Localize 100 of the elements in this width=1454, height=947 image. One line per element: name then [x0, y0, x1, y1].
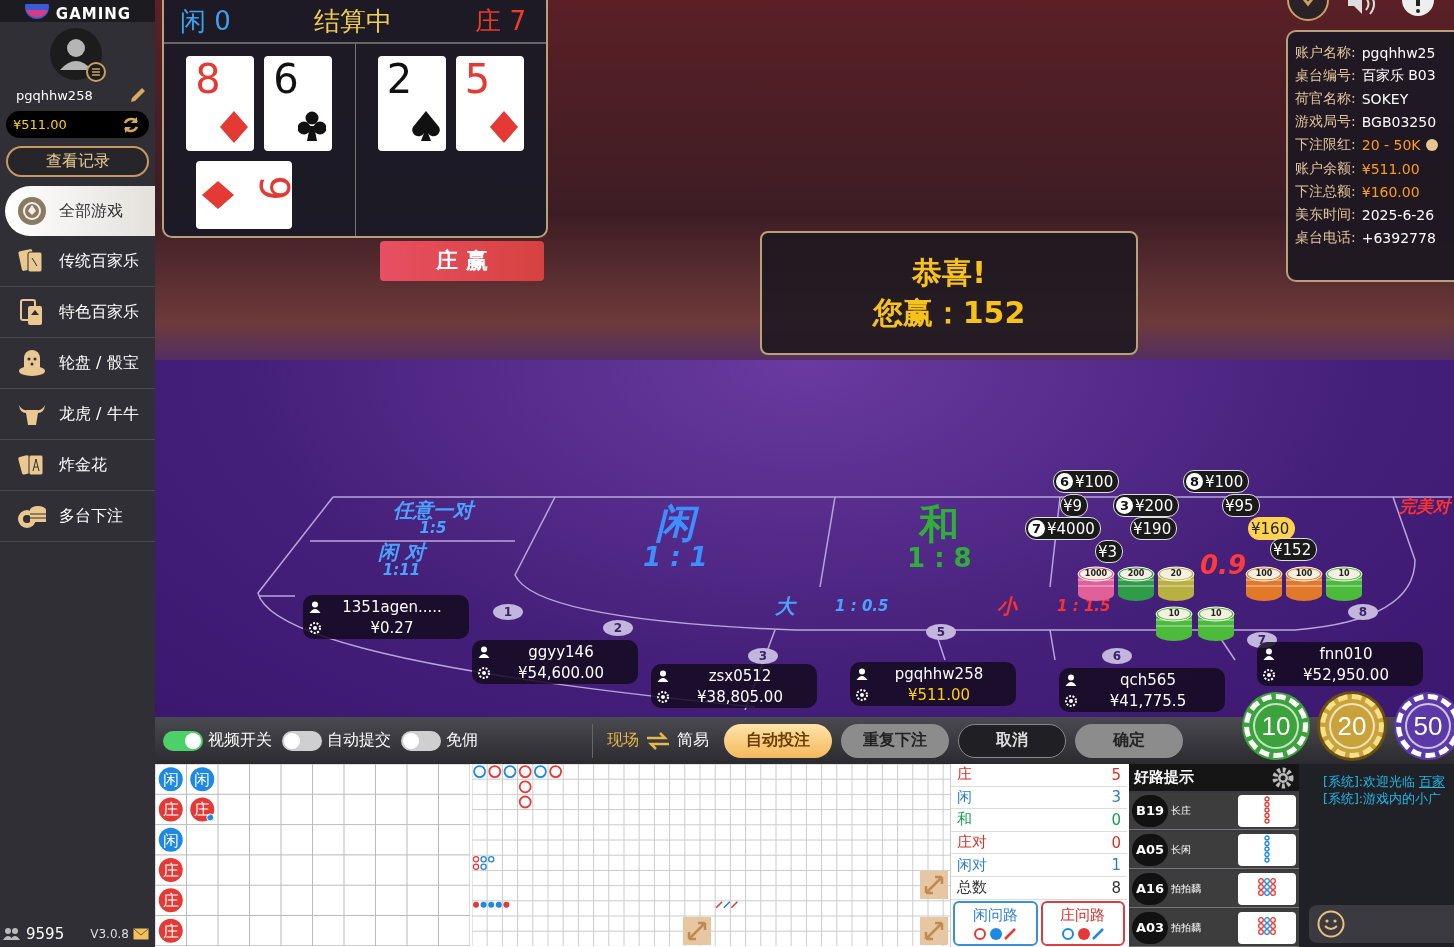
chat-link[interactable]: 百家 — [1418, 774, 1445, 789]
bet-amount: ¥4000 — [1047, 519, 1095, 538]
toggle-switch[interactable] — [282, 730, 322, 751]
info-label: 荷官名称: — [1295, 89, 1356, 108]
menu-item[interactable]: 多台下注 — [0, 491, 155, 542]
view-mode-tab[interactable]: 简易 — [677, 730, 709, 751]
bet-amount: ¥95 — [1225, 496, 1254, 515]
chip-icon — [856, 688, 868, 701]
good-road-item[interactable]: A03 拍拍黐 — [1129, 910, 1299, 947]
bead-road-marker: 闲 — [158, 767, 183, 792]
menu-item[interactable]: 轮盘 / 骰宝 — [0, 338, 155, 389]
road-pattern: 长闲 — [1171, 843, 1192, 857]
road-pattern: 拍拍黐 — [1171, 921, 1202, 935]
bet-chip[interactable]: 50 — [1396, 694, 1454, 758]
info-label: 下注总额: — [1295, 182, 1356, 201]
pencil-icon[interactable] — [129, 86, 147, 104]
bet-zone-label[interactable]: 大 — [775, 596, 795, 617]
good-road-item[interactable]: A05 长闲 — [1129, 832, 1299, 869]
action-button[interactable]: 确定 — [1075, 723, 1183, 758]
stat-value: 1 — [1111, 856, 1121, 875]
user-icon — [478, 645, 490, 658]
chip-value: 100 — [1254, 569, 1274, 579]
player-name: pgqhhw258 — [893, 664, 985, 683]
menu-item[interactable]: 传统百家乐 — [0, 236, 155, 287]
info-value: pgqhhw25 — [1361, 44, 1436, 61]
player-score: 闲 0 — [180, 4, 231, 38]
stat-label: 闲 — [957, 787, 972, 807]
bet-amount: ¥3 — [1098, 542, 1118, 561]
bet-amount: ¥200 — [1135, 496, 1174, 515]
player-name: zsx0512 — [707, 666, 773, 685]
user-icon — [1065, 673, 1077, 686]
action-button[interactable]: 重复下注 — [841, 723, 949, 758]
people-icon — [2, 927, 22, 941]
action-button[interactable]: 取消 — [958, 723, 1066, 758]
settings-icon[interactable] — [1272, 766, 1294, 789]
view-mode-tab[interactable]: 现场 — [607, 730, 639, 751]
chip-value: 10 — [1209, 609, 1223, 619]
playing-card: 2 — [377, 56, 446, 151]
banker-score: 庄 7 — [475, 4, 526, 38]
toggle-switch[interactable] — [401, 730, 441, 751]
player-name: ggyy146 — [527, 642, 595, 661]
bead-road-marker: 庄 — [190, 797, 215, 822]
game-category-icon — [17, 196, 47, 226]
info-value: +6392778 — [1361, 230, 1436, 247]
chip-icon — [1263, 668, 1275, 681]
logo-text: GAMING — [55, 6, 132, 22]
chip-value: 100 — [1294, 569, 1314, 579]
user-icon — [1263, 647, 1275, 660]
bead-road-marker: 庄 — [158, 858, 183, 883]
good-road-item[interactable]: A16 拍拍黐 — [1129, 871, 1299, 908]
info-value: 百家乐 B03 — [1361, 66, 1436, 85]
mail-icon[interactable] — [133, 928, 149, 940]
chip-icon — [657, 690, 669, 703]
congrats-title: 恭喜! — [912, 254, 986, 292]
balance-amount: ¥511.00 — [13, 117, 67, 132]
bet-amount: ¥160 — [1251, 519, 1290, 538]
emoji-icon[interactable] — [1317, 910, 1345, 938]
chip-icon — [309, 621, 321, 634]
stat-label: 和 — [957, 810, 972, 830]
info-label: 桌台编号: — [1295, 66, 1356, 85]
action-button[interactable]: 自动投注 — [724, 723, 832, 758]
chat-input-bar[interactable] — [1309, 905, 1454, 943]
bead-road-marker: 闲 — [190, 767, 215, 792]
player-balance: ¥52,950.00 — [1302, 665, 1390, 684]
table-badge: A05 — [1132, 834, 1168, 866]
player-balance: ¥511.00 — [907, 685, 971, 704]
records-button[interactable]: 查看记录 — [6, 146, 149, 177]
player-balance: ¥41,775.5 — [1108, 691, 1188, 710]
info-value: ¥511.00 — [1361, 160, 1420, 177]
chip-icon — [478, 666, 490, 679]
chat-message: [系统]:欢迎光临 百家 — [1323, 773, 1446, 790]
round-status: 结算中 — [314, 4, 392, 38]
toggle-switch[interactable] — [163, 730, 203, 751]
seat-badge: 3 — [1116, 497, 1133, 514]
menu-item[interactable]: 特色百家乐 — [0, 287, 155, 338]
menu-item[interactable]: 全部游戏 — [5, 186, 155, 236]
info-label: 下注限红: — [1295, 136, 1356, 155]
user-icon — [856, 667, 868, 680]
bet-amount: ¥9 — [1063, 496, 1083, 515]
good-road-item[interactable]: B19 长庄 — [1129, 793, 1299, 830]
chip-value: 1000 — [1083, 569, 1109, 579]
swap-icon[interactable] — [645, 730, 671, 751]
table-badge: A16 — [1132, 873, 1168, 905]
info-label: 账户名称: — [1295, 43, 1356, 62]
ask-road-button[interactable]: 庄问路 — [1040, 900, 1125, 946]
odds-text: 1:5 — [419, 521, 447, 537]
odds-text: 1 : 1 — [643, 544, 708, 572]
bet-amount: ¥190 — [1133, 519, 1172, 538]
stat-value: 5 — [1111, 765, 1121, 784]
stat-label: 庄对 — [957, 833, 987, 853]
chat-message: [系统]:游戏内的小广 — [1323, 790, 1442, 807]
info-value: ¥160.00 — [1361, 183, 1420, 200]
ask-road-button[interactable]: 闲问路 — [953, 900, 1038, 946]
odds-text: 0.9 — [1200, 552, 1247, 580]
menu-item[interactable]: 炸金花 — [0, 440, 155, 491]
chip-value: 20 — [1169, 569, 1183, 579]
stat-value: 3 — [1111, 788, 1121, 807]
player-name: 1351agen..... — [341, 597, 443, 616]
chip-icon — [1065, 694, 1077, 707]
avatar-icon — [49, 28, 106, 84]
